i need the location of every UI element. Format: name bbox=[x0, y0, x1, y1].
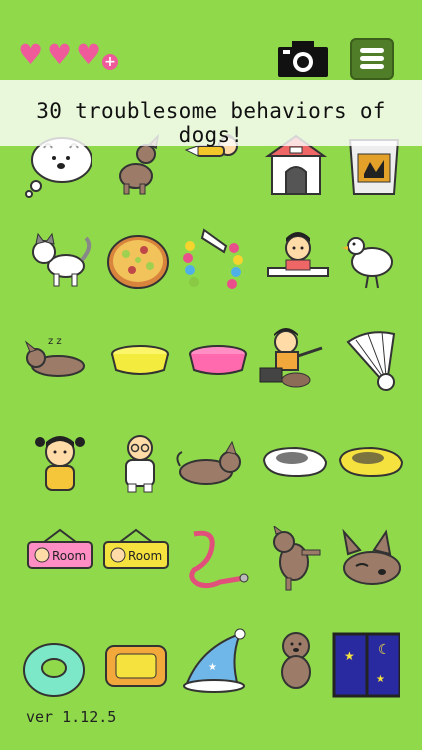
teal-donut-toy[interactable] bbox=[20, 636, 88, 704]
svg-text:★: ★ bbox=[208, 662, 217, 673]
dog-scratching[interactable] bbox=[262, 526, 330, 594]
heart-icon: ♥ bbox=[18, 38, 44, 71]
top-bar: ♥ ♥ ♥ + bbox=[0, 0, 422, 80]
menu-line bbox=[360, 48, 384, 53]
banner-title: 30 troublesome behaviors of dogs! bbox=[36, 99, 386, 147]
kid-pointing[interactable] bbox=[258, 326, 326, 394]
dog-head-resting[interactable] bbox=[338, 526, 406, 594]
pink-room-sign[interactable]: Room bbox=[26, 528, 94, 596]
pink-food-bowl[interactable] bbox=[184, 336, 252, 404]
yellow-food-bowl[interactable] bbox=[106, 336, 174, 404]
room-sign-label: Room bbox=[128, 549, 162, 563]
yellow-shoe[interactable] bbox=[338, 440, 406, 508]
shuttlecock[interactable] bbox=[338, 326, 406, 394]
blue-star-hat[interactable]: ★ bbox=[180, 628, 248, 696]
heart-icon: ♥ bbox=[47, 38, 73, 71]
heart-plus-icon[interactable]: + bbox=[102, 54, 118, 70]
title-banner: 30 troublesome behaviors of dogs! bbox=[0, 80, 422, 147]
pink-leash[interactable] bbox=[184, 526, 252, 594]
cat[interactable] bbox=[26, 228, 94, 296]
camera-icon[interactable] bbox=[278, 41, 328, 77]
svg-text:☾: ☾ bbox=[378, 642, 391, 658]
menu-line bbox=[360, 64, 384, 69]
man-in-glasses[interactable] bbox=[106, 428, 174, 496]
heart-icon: ♥ bbox=[76, 38, 102, 71]
dog-lying-down[interactable] bbox=[176, 432, 244, 500]
pizza[interactable] bbox=[104, 228, 172, 296]
orange-pet-bed[interactable] bbox=[102, 632, 170, 700]
yellow-room-sign[interactable]: Room bbox=[102, 528, 170, 596]
white-bird[interactable] bbox=[338, 226, 406, 294]
sitting-dog[interactable] bbox=[264, 628, 332, 696]
balloon-arch[interactable] bbox=[182, 224, 250, 292]
kid-at-table[interactable] bbox=[264, 228, 332, 296]
version-label: ver 1.12.5 bbox=[26, 708, 117, 726]
night-window[interactable]: ★ ☾ ★ bbox=[332, 632, 400, 700]
white-shoe[interactable] bbox=[262, 440, 330, 508]
svg-text:★: ★ bbox=[344, 649, 355, 663]
svg-text:★: ★ bbox=[376, 674, 385, 685]
svg-text:z z: z z bbox=[48, 336, 62, 347]
menu-button[interactable] bbox=[350, 38, 394, 80]
menu-line bbox=[360, 56, 384, 61]
life-hearts: ♥ ♥ ♥ + bbox=[18, 38, 118, 71]
room-sign-label: Room bbox=[52, 549, 86, 563]
sleeping-dog[interactable]: z z bbox=[22, 330, 90, 398]
little-girl[interactable] bbox=[26, 428, 94, 496]
